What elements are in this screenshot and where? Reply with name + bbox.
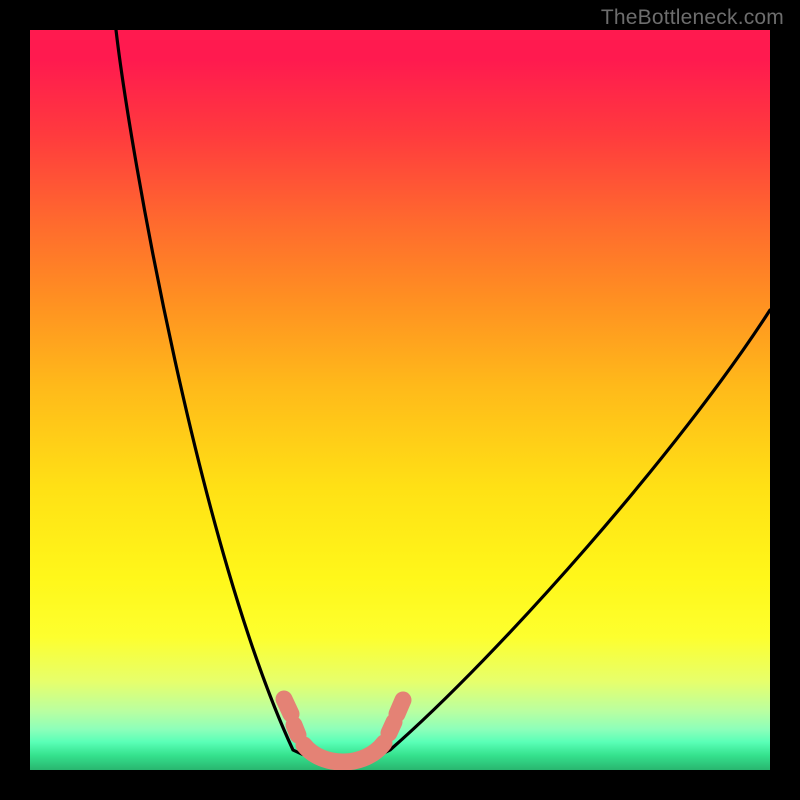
chart-frame: TheBottleneck.com bbox=[0, 0, 800, 800]
v-curve bbox=[116, 30, 770, 763]
plot-area bbox=[30, 30, 770, 770]
salmon-dots bbox=[284, 699, 403, 762]
watermark-text: TheBottleneck.com bbox=[601, 6, 784, 30]
curve-overlay bbox=[30, 30, 770, 770]
